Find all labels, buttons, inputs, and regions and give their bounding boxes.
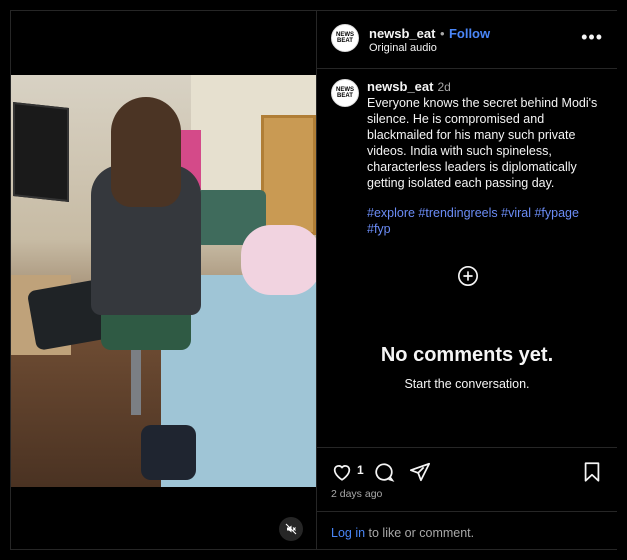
login-prompt: Log in to like or comment.: [317, 511, 617, 549]
more-options-button[interactable]: •••: [581, 27, 603, 48]
separator-dot: •: [439, 26, 445, 41]
video-frame: [11, 75, 316, 487]
add-comment-button[interactable]: [457, 265, 479, 287]
no-comments-subtitle: Start the conversation.: [404, 377, 530, 391]
caption: newsb_eat 2d Everyone knows the secret be…: [367, 79, 607, 237]
audio-label[interactable]: Original audio: [369, 42, 437, 54]
hashtags-line[interactable]: #explore #trendingreels #viral #fypage: [367, 205, 607, 221]
add-comment-icon: [457, 265, 479, 287]
comment-icon[interactable]: [373, 461, 395, 483]
mute-button[interactable]: [279, 517, 303, 541]
more-icon: •••: [581, 27, 603, 47]
caption-time: 2d: [437, 80, 451, 94]
avatar-text: NEWS BEAT: [336, 32, 354, 44]
login-link[interactable]: Log in: [331, 526, 365, 540]
post-date: 2 days ago: [331, 488, 383, 500]
bookmark-icon[interactable]: [581, 461, 603, 483]
mute-icon: [285, 523, 297, 535]
avatar-text: NEWS BEAT: [336, 87, 354, 99]
heart-icon[interactable]: [331, 461, 353, 483]
hashtags-line[interactable]: #fyp: [367, 221, 607, 237]
like-count[interactable]: 1: [357, 463, 364, 477]
caption-avatar[interactable]: NEWS BEAT: [331, 79, 359, 107]
login-text: to like or comment.: [365, 526, 475, 540]
caption-username[interactable]: newsb_eat: [367, 79, 433, 94]
caption-hashtags[interactable]: #explore #trendingreels #viral #fypage #…: [367, 205, 607, 237]
caption-text: Everyone knows the secret behind Modi's …: [367, 96, 598, 190]
video-player[interactable]: [11, 11, 316, 549]
username[interactable]: newsb_eat: [369, 26, 435, 41]
post-header: NEWS BEAT newsb_eat • Follow Original au…: [317, 11, 617, 69]
avatar[interactable]: NEWS BEAT: [331, 24, 359, 52]
follow-button[interactable]: Follow: [449, 26, 490, 41]
no-comments-title: No comments yet.: [380, 344, 554, 366]
post-sidebar: NEWS BEAT newsb_eat • Follow Original au…: [316, 11, 617, 549]
share-icon[interactable]: [409, 461, 431, 483]
post-dialog: NEWS BEAT newsb_eat • Follow Original au…: [10, 10, 617, 550]
